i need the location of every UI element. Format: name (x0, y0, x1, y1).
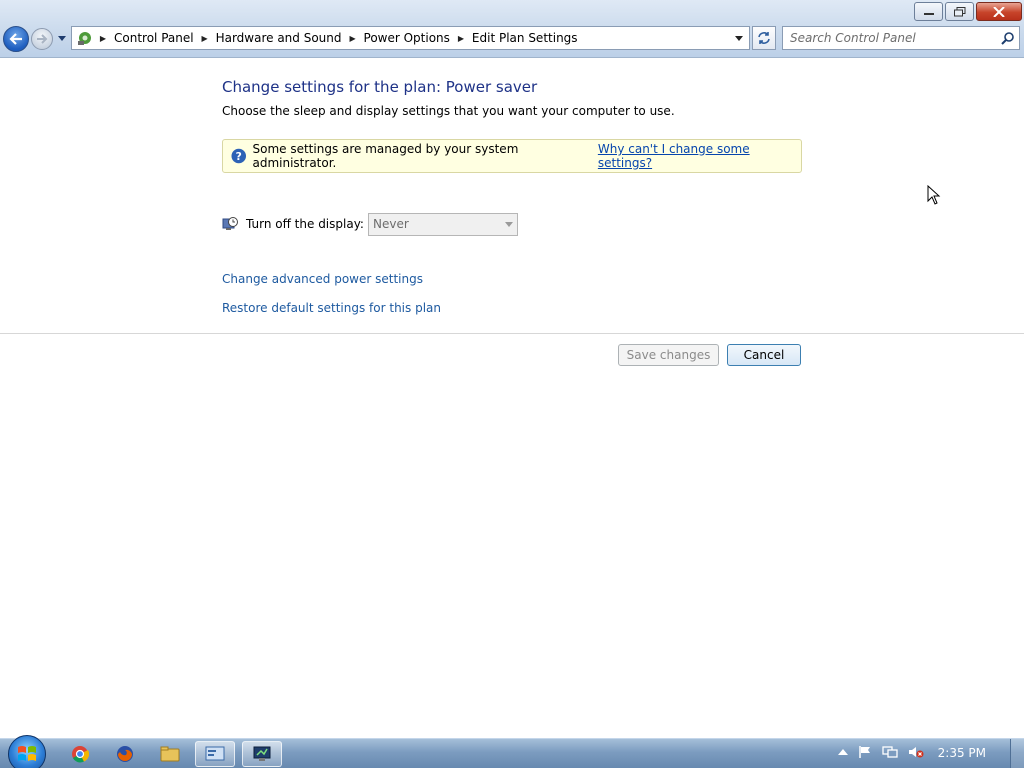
restore-button[interactable] (945, 2, 974, 21)
admin-info-bar: ? Some settings are managed by your syst… (222, 139, 802, 173)
breadcrumb-control-panel[interactable]: Control Panel (111, 31, 197, 45)
refresh-button[interactable] (752, 26, 776, 50)
breadcrumb-hardware-and-sound[interactable]: Hardware and Sound (213, 31, 345, 45)
turn-off-display-label: Turn off the display: (246, 217, 364, 231)
volume-muted-icon[interactable] (908, 745, 924, 759)
breadcrumb-separator[interactable]: ▶ (345, 27, 361, 49)
help-icon: ? (231, 148, 247, 164)
breadcrumb-separator[interactable]: ▶ (95, 27, 111, 49)
taskbar: 2:35 PM (0, 735, 1024, 768)
chevron-down-icon (58, 36, 66, 41)
content-area: Change settings for the plan: Power save… (0, 58, 1024, 738)
control-panel-icon (75, 28, 95, 48)
back-button[interactable] (3, 26, 29, 52)
taskbar-clock[interactable]: 2:35 PM (938, 746, 986, 760)
refresh-icon (758, 32, 770, 44)
show-hidden-icons-icon[interactable] (838, 748, 848, 756)
action-center-flag-icon[interactable] (858, 745, 872, 759)
breadcrumb-separator[interactable]: ▶ (197, 27, 213, 49)
firefox-taskbar-button[interactable] (105, 741, 145, 767)
divider (0, 333, 1024, 334)
monitor-app-taskbar-button[interactable] (242, 741, 282, 767)
address-bar[interactable]: ▶ Control Panel ▶ Hardware and Sound ▶ P… (71, 26, 750, 50)
change-advanced-power-settings-link[interactable]: Change advanced power settings (222, 272, 423, 286)
svg-text:?: ? (236, 150, 242, 163)
turn-off-display-value: Never (373, 217, 409, 231)
navigation-row: ▶ Control Panel ▶ Hardware and Sound ▶ P… (0, 25, 1024, 53)
control-panel-window-icon (205, 746, 225, 761)
monitor-app-icon (253, 746, 271, 761)
search-icon[interactable] (1001, 31, 1015, 45)
network-icon[interactable] (882, 745, 898, 759)
breadcrumb-power-options[interactable]: Power Options (361, 31, 453, 45)
breadcrumb-separator[interactable]: ▶ (453, 27, 469, 49)
start-button[interactable] (8, 735, 46, 768)
close-button[interactable] (976, 2, 1022, 21)
restore-default-settings-link[interactable]: Restore default settings for this plan (222, 301, 441, 315)
save-changes-button[interactable]: Save changes (618, 344, 719, 366)
forward-button[interactable] (31, 28, 53, 50)
explorer-icon (160, 746, 180, 762)
page-title: Change settings for the plan: Power save… (222, 78, 538, 96)
window-chrome: ▶ Control Panel ▶ Hardware and Sound ▶ P… (0, 0, 1024, 58)
mouse-cursor-icon (927, 185, 941, 205)
minimize-button[interactable] (914, 2, 943, 21)
display-clock-icon (222, 217, 238, 230)
cancel-button[interactable]: Cancel (727, 344, 801, 366)
address-dropdown-button[interactable] (729, 27, 749, 49)
show-desktop-button[interactable] (1010, 739, 1024, 768)
restore-icon (953, 6, 965, 16)
minimize-icon (923, 12, 934, 15)
chevron-down-icon (735, 35, 743, 41)
window-controls (914, 2, 1022, 21)
search-input[interactable] (783, 31, 993, 45)
chrome-taskbar-button[interactable] (60, 741, 100, 767)
firefox-icon (117, 746, 133, 762)
turn-off-display-select[interactable]: Never (368, 212, 518, 236)
turn-off-display-row: Turn off the display: Never (222, 212, 518, 236)
chevron-down-icon (505, 221, 513, 227)
arrow-left-icon (9, 33, 22, 45)
why-cant-change-link[interactable]: Why can't I change some settings? (598, 142, 801, 170)
recent-pages-button[interactable] (56, 33, 68, 45)
arrow-right-icon (37, 34, 48, 44)
windows-logo-icon (18, 746, 36, 761)
system-tray (838, 745, 924, 759)
breadcrumb-edit-plan-settings[interactable]: Edit Plan Settings (469, 31, 581, 45)
explorer-taskbar-button[interactable] (150, 741, 190, 767)
control-panel-taskbar-button[interactable] (195, 741, 235, 767)
page-description: Choose the sleep and display settings th… (222, 104, 675, 118)
search-box[interactable] (782, 26, 1020, 50)
close-icon (993, 6, 1005, 17)
info-bar-text: Some settings are managed by your system… (252, 142, 519, 170)
chrome-icon (72, 746, 89, 763)
